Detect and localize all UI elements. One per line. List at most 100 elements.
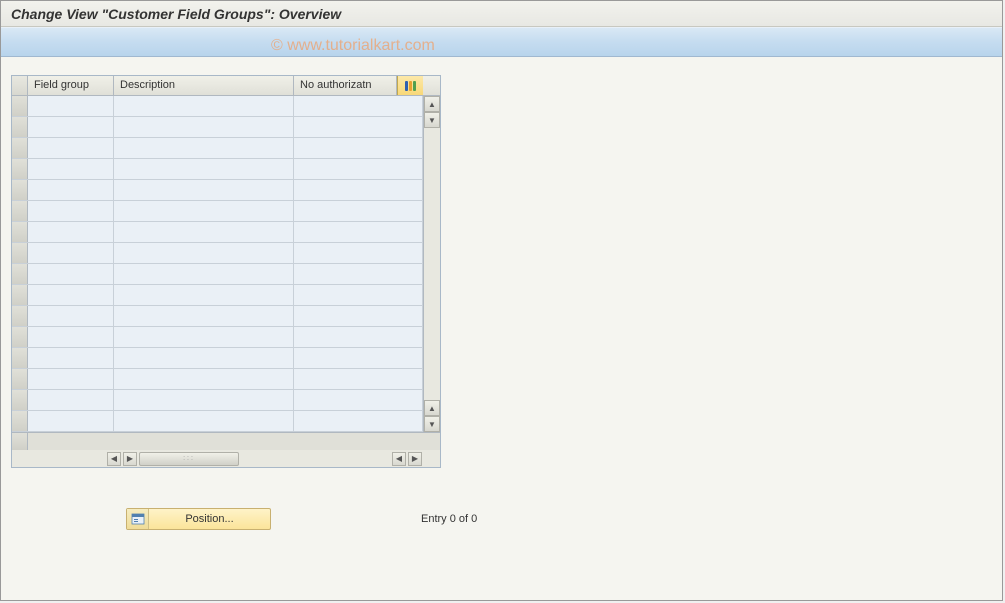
row-selector[interactable]: [12, 327, 28, 347]
cell-description[interactable]: [114, 348, 294, 368]
scroll-right-button-2[interactable]: ▶: [408, 452, 422, 466]
cell-field-group[interactable]: [28, 138, 114, 158]
cell-field-group[interactable]: [28, 390, 114, 410]
row-selector[interactable]: [12, 180, 28, 200]
row-selector[interactable]: [12, 264, 28, 284]
table-row[interactable]: [12, 243, 423, 264]
table-row[interactable]: [12, 159, 423, 180]
table-row[interactable]: [12, 264, 423, 285]
cell-field-group[interactable]: [28, 159, 114, 179]
row-selector[interactable]: [12, 411, 28, 431]
cell-field-group[interactable]: [28, 117, 114, 137]
cell-no-auth[interactable]: [294, 285, 423, 305]
cell-no-auth[interactable]: [294, 243, 423, 263]
row-selector[interactable]: [12, 96, 28, 116]
scroll-up-button[interactable]: ▲: [424, 96, 440, 112]
table-row[interactable]: [12, 222, 423, 243]
cell-description[interactable]: [114, 180, 294, 200]
cell-description[interactable]: [114, 285, 294, 305]
row-selector[interactable]: [12, 138, 28, 158]
cell-no-auth[interactable]: [294, 369, 423, 389]
row-selector[interactable]: [12, 243, 28, 263]
row-selector[interactable]: [12, 117, 28, 137]
cell-no-auth[interactable]: [294, 201, 423, 221]
position-button[interactable]: Position...: [126, 508, 271, 530]
table-row[interactable]: [12, 285, 423, 306]
scroll-down-button[interactable]: ▼: [424, 112, 440, 128]
entry-count: Entry 0 of 0: [421, 513, 477, 525]
hscroll-thumb[interactable]: :::: [139, 452, 239, 466]
cell-no-auth[interactable]: [294, 327, 423, 347]
vertical-scrollbar[interactable]: ▲ ▼ ▲ ▼: [423, 96, 440, 432]
scroll-left-button-2[interactable]: ◀: [392, 452, 406, 466]
table-row[interactable]: [12, 327, 423, 348]
cell-no-auth[interactable]: [294, 306, 423, 326]
cell-description[interactable]: [114, 390, 294, 410]
scroll-down-button-2[interactable]: ▼: [424, 416, 440, 432]
cell-field-group[interactable]: [28, 264, 114, 284]
cell-field-group[interactable]: [28, 180, 114, 200]
cell-no-auth[interactable]: [294, 180, 423, 200]
cell-description[interactable]: [114, 369, 294, 389]
table-row[interactable]: [12, 96, 423, 117]
select-all-bottom[interactable]: [12, 433, 28, 450]
cell-field-group[interactable]: [28, 201, 114, 221]
table-row[interactable]: [12, 369, 423, 390]
table-row[interactable]: [12, 180, 423, 201]
col-header-field-group[interactable]: Field group: [28, 76, 114, 95]
cell-description[interactable]: [114, 222, 294, 242]
cell-no-auth[interactable]: [294, 138, 423, 158]
cell-field-group[interactable]: [28, 243, 114, 263]
row-selector[interactable]: [12, 159, 28, 179]
cell-no-auth[interactable]: [294, 411, 423, 431]
cell-no-auth[interactable]: [294, 222, 423, 242]
row-selector[interactable]: [12, 306, 28, 326]
cell-field-group[interactable]: [28, 306, 114, 326]
cell-description[interactable]: [114, 159, 294, 179]
table-config-button[interactable]: [397, 76, 423, 95]
cell-description[interactable]: [114, 327, 294, 347]
table-row[interactable]: [12, 348, 423, 369]
table-row[interactable]: [12, 411, 423, 432]
row-selector[interactable]: [12, 201, 28, 221]
cell-field-group[interactable]: [28, 411, 114, 431]
table-row[interactable]: [12, 138, 423, 159]
cell-description[interactable]: [114, 117, 294, 137]
cell-description[interactable]: [114, 306, 294, 326]
table-row[interactable]: [12, 201, 423, 222]
cell-description[interactable]: [114, 411, 294, 431]
cell-description[interactable]: [114, 264, 294, 284]
cell-no-auth[interactable]: [294, 390, 423, 410]
cell-description[interactable]: [114, 243, 294, 263]
cell-description[interactable]: [114, 96, 294, 116]
vscroll-track[interactable]: [424, 128, 440, 400]
scroll-right-button[interactable]: ▶: [123, 452, 137, 466]
cell-field-group[interactable]: [28, 96, 114, 116]
cell-field-group[interactable]: [28, 327, 114, 347]
col-header-no-auth[interactable]: No authorizatn: [294, 76, 397, 95]
cell-no-auth[interactable]: [294, 348, 423, 368]
scroll-up-button-2[interactable]: ▲: [424, 400, 440, 416]
table-row[interactable]: [12, 390, 423, 411]
cell-field-group[interactable]: [28, 285, 114, 305]
table-row[interactable]: [12, 306, 423, 327]
row-selector[interactable]: [12, 222, 28, 242]
cell-no-auth[interactable]: [294, 159, 423, 179]
col-header-description[interactable]: Description: [114, 76, 294, 95]
row-selector[interactable]: [12, 369, 28, 389]
row-selector[interactable]: [12, 390, 28, 410]
cell-no-auth[interactable]: [294, 96, 423, 116]
cell-field-group[interactable]: [28, 222, 114, 242]
table-row[interactable]: [12, 117, 423, 138]
cell-no-auth[interactable]: [294, 117, 423, 137]
row-selector[interactable]: [12, 348, 28, 368]
cell-field-group[interactable]: [28, 369, 114, 389]
select-all-header[interactable]: [12, 76, 28, 95]
cell-description[interactable]: [114, 138, 294, 158]
horizontal-scrollbar[interactable]: ◀ ▶ ::: ◀ ▶: [12, 450, 440, 467]
cell-field-group[interactable]: [28, 348, 114, 368]
row-selector[interactable]: [12, 285, 28, 305]
cell-description[interactable]: [114, 201, 294, 221]
scroll-left-button[interactable]: ◀: [107, 452, 121, 466]
cell-no-auth[interactable]: [294, 264, 423, 284]
